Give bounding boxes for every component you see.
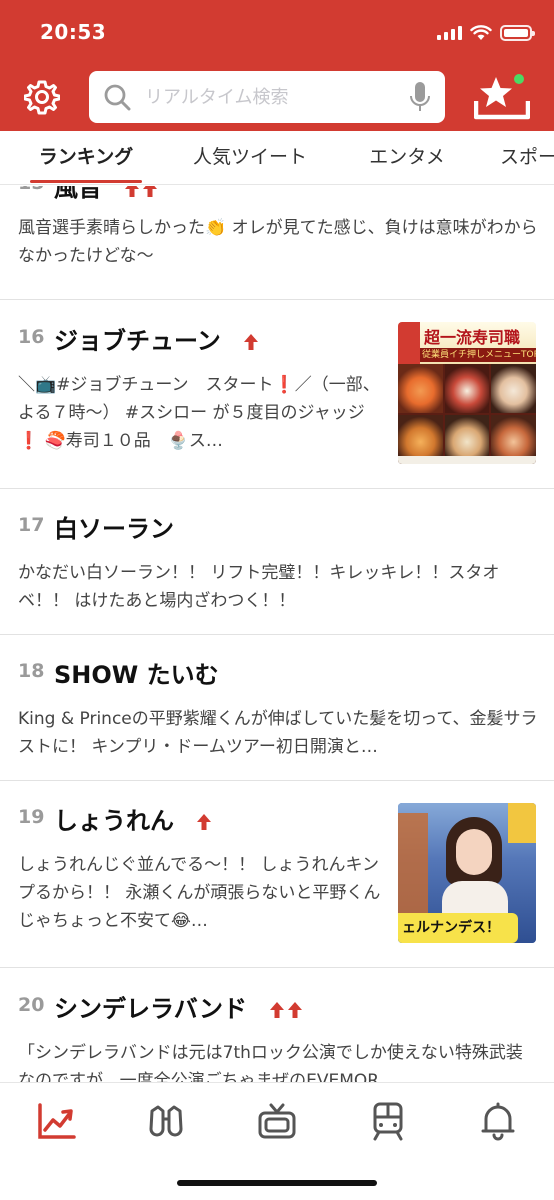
item-description: かなだい白ソーラン！！ リフト完璧！！キレッキレ！！スタオベ！！ はけたあと場内… <box>18 563 500 611</box>
item-description: しょうれんじぐ並んでる〜！！ しょうれんキンプるから！！ 永瀬くんが頑張らないと… <box>18 855 381 931</box>
list-item[interactable]: 17 白ソーラン かなだい白ソーラン！！ リフト完璧！！キレッキレ！！スタオベ！… <box>0 489 554 635</box>
item-title-text: シンデレラバンド <box>54 995 247 1023</box>
ranking-list: 15 風音 風音選手素晴らしかった👏 オレが見てた感じ、負けは意味がわからなかっ… <box>0 186 554 1082</box>
rank-number: 18 <box>18 660 45 682</box>
trending-icon[interactable] <box>36 1101 76 1141</box>
status-time: 20:53 <box>40 20 107 44</box>
category-tabs: ランキング 人気ツイート エンタメ スポー <box>0 131 554 185</box>
microphone-icon[interactable] <box>409 81 431 113</box>
signal-icon <box>437 26 462 40</box>
item-title-text: しょうれん <box>54 807 174 835</box>
item-title-text: SHOW たいむ <box>54 661 219 689</box>
bell-icon[interactable] <box>478 1101 518 1141</box>
home-indicator <box>177 1180 377 1186</box>
item-title: シンデレラバンド <box>54 989 303 1024</box>
item-title-text: 白ソーラン <box>54 515 174 543</box>
battery-icon <box>500 25 535 41</box>
trend-up-icon <box>196 813 212 831</box>
trend-up-icon <box>124 186 158 198</box>
notification-badge <box>512 72 526 86</box>
search-input[interactable] <box>145 86 409 108</box>
item-title-text: 風音 <box>54 186 102 202</box>
rank-number: 15 <box>18 186 44 194</box>
list-item[interactable]: 16 ジョブチューン ＼📺#ジョブチューン スタート❗／（一部、よる７時〜） #… <box>0 300 554 489</box>
gear-icon[interactable] <box>24 79 60 115</box>
tab-sports[interactable]: スポー <box>500 131 554 184</box>
item-thumbnail[interactable]: ェルナンデス！ <box>398 803 536 943</box>
binoculars-icon[interactable] <box>146 1101 186 1141</box>
trend-up-icon <box>269 1001 303 1019</box>
rank-number: 19 <box>18 806 45 828</box>
rank-number: 16 <box>18 326 45 348</box>
wifi-icon <box>470 25 492 40</box>
item-title: 風音 <box>54 186 158 203</box>
status-icons <box>437 22 535 44</box>
list-item[interactable]: 19 しょうれん しょうれんじぐ並んでる〜！！ しょうれんキンプるから！！ 永瀬… <box>0 781 554 968</box>
app-header: 20:53 <box>0 0 554 131</box>
tab-entertainment[interactable]: エンタメ <box>360 131 454 184</box>
list-item[interactable]: 15 風音 風音選手素晴らしかった👏 オレが見てた感じ、負けは意味がわからなかっ… <box>0 186 554 300</box>
tv-icon[interactable] <box>257 1101 297 1141</box>
item-thumbnail[interactable]: 超一流寿司職 従業員イチ押しメニューTOP <box>398 322 536 464</box>
item-title: しょうれん <box>54 801 212 836</box>
trend-up-icon <box>243 333 259 351</box>
tab-popular-tweets[interactable]: 人気ツイート <box>184 131 316 184</box>
item-description: 風音選手素晴らしかった👏 オレが見てた感じ、負けは意味がわからなかったけどな〜 <box>18 218 538 266</box>
item-description: King & Princeの平野紫耀くんが伸ばしていた髪を切って、金髪サラストに… <box>18 709 538 757</box>
list-item[interactable]: 20 シンデレラバンド 「シンデレラバンドは元は7thロック公演でしか使えない特… <box>0 968 554 1082</box>
item-title: SHOW たいむ <box>54 655 219 690</box>
rank-number: 17 <box>18 514 45 536</box>
item-title: ジョブチューン <box>54 321 259 356</box>
train-icon[interactable] <box>368 1101 408 1141</box>
search-icon <box>104 84 131 111</box>
item-description: ＼📺#ジョブチューン スタート❗／（一部、よる７時〜） #スシロー が５度目のジ… <box>18 375 380 451</box>
thumbnail-caption: ェルナンデス！ <box>402 920 500 936</box>
item-title-text: ジョブチューン <box>54 327 221 355</box>
search-bar[interactable] <box>89 71 445 123</box>
thumbnail-subcaption: 従業員イチ押しメニューTOP <box>420 348 536 362</box>
thumbnail-caption: 超一流寿司職 <box>424 328 521 347</box>
tab-ranking[interactable]: ランキング <box>30 131 142 184</box>
item-title: 白ソーラン <box>54 509 174 544</box>
item-description: 「シンデレラバンドは元は7thロック公演でしか使えない特殊武装なのですが、一度全… <box>18 1043 523 1082</box>
sushi-photo-grid <box>398 364 536 464</box>
list-item[interactable]: 18 SHOW たいむ King & Princeの平野紫耀くんが伸ばしていた髪… <box>0 635 554 781</box>
rank-number: 20 <box>18 994 45 1016</box>
